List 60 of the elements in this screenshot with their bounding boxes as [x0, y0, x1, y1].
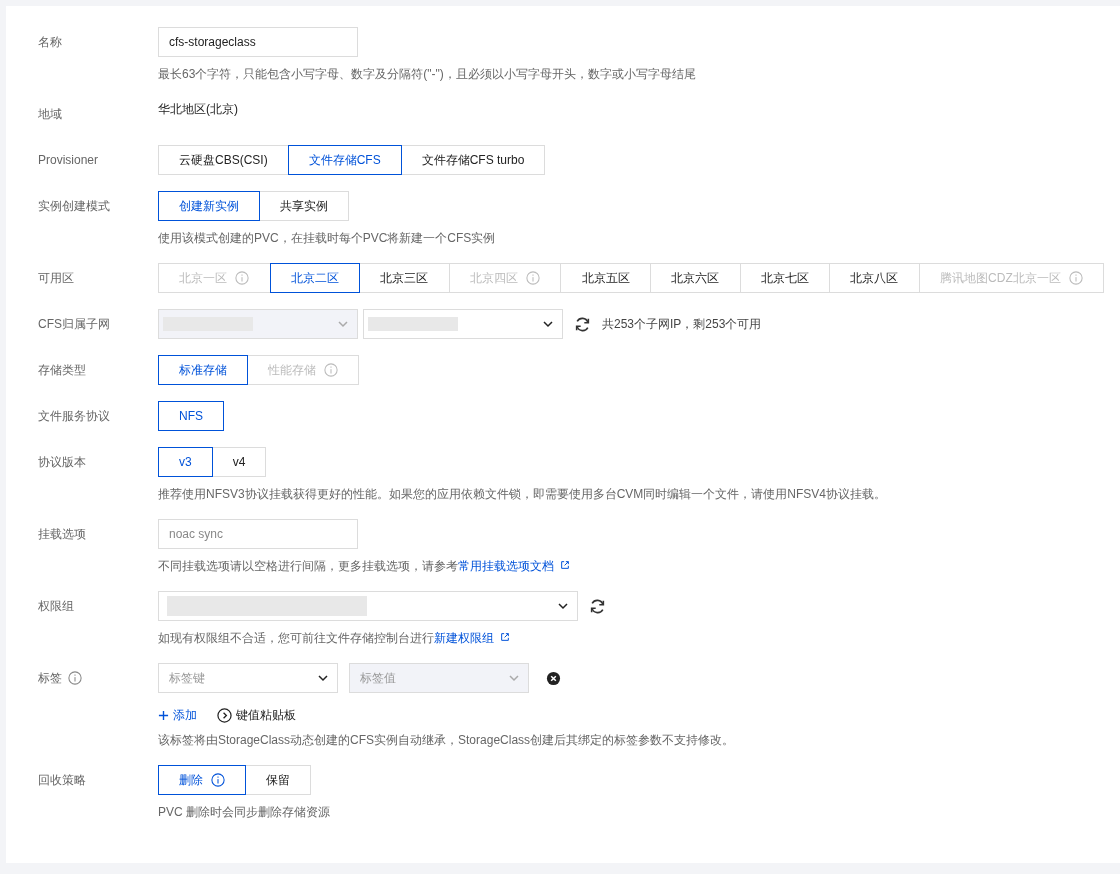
option-button[interactable]: 保留: [245, 765, 311, 795]
option-button[interactable]: 北京七区: [739, 263, 831, 293]
field-label: 标签: [38, 669, 62, 687]
option-button[interactable]: v3: [158, 447, 213, 477]
external-link-icon: [500, 632, 510, 642]
field-label: 挂载选项: [38, 525, 86, 543]
option-button[interactable]: NFS: [158, 401, 224, 431]
mount-options-input[interactable]: noac sync: [158, 519, 358, 549]
option-button[interactable]: 文件存储CFS: [287, 145, 402, 175]
option-button[interactable]: 北京二区: [269, 263, 361, 293]
option-button[interactable]: 云硬盘CBS(CSI): [158, 145, 289, 175]
chevron-down-icon: [557, 600, 569, 612]
doc-link[interactable]: 常用挂载选项文档: [458, 559, 570, 573]
field-label: 名称: [38, 33, 62, 51]
placeholder-text: 标签键: [169, 669, 205, 687]
field-label: 地域: [38, 105, 62, 123]
chevron-down-icon: [542, 318, 554, 330]
plus-icon: [158, 709, 169, 721]
add-link[interactable]: 添加: [158, 707, 197, 723]
external-link-icon: [560, 560, 570, 570]
subnet-ip-count: 共253个子网IP，剩253个可用: [602, 315, 762, 333]
hint-text: PVC 删除时会同步删除存储资源: [158, 804, 330, 821]
hint-text: 该标签将由StorageClass动态创建的CFS实例自动继承，StorageClass创建后其绑定的标签参数不支持修改。: [158, 732, 735, 749]
option-button[interactable]: 文件存储CFS turbo: [400, 145, 546, 175]
field-label: CFS归属子网: [38, 315, 110, 333]
option-button[interactable]: 标准存储: [158, 355, 248, 385]
option-button[interactable]: 北京三区: [359, 263, 450, 293]
field-label: 文件服务协议: [38, 407, 110, 425]
chevron-circle-icon: [217, 707, 232, 723]
hint-text: 推荐使用NFSV3协议挂载获得更好的性能。如果您的应用依赖文件锁，即需要使用多台CVM同时编辑一个文件，请使用NFSV4协议挂载。: [158, 486, 887, 503]
refresh-icon[interactable]: [589, 597, 606, 615]
option-button[interactable]: 北京六区: [649, 263, 741, 293]
option-button[interactable]: 北京八区: [829, 263, 920, 293]
close-icon[interactable]: [546, 670, 561, 686]
field-label: 存储类型: [38, 361, 86, 379]
field-label: 回收策略: [38, 771, 86, 789]
field-label: 可用区: [38, 269, 74, 287]
region-value: 华北地区(北京): [158, 101, 238, 118]
field-label: 权限组: [38, 597, 74, 615]
field-label: 实例创建模式: [38, 197, 110, 215]
field-label: 协议版本: [38, 453, 86, 471]
option-button[interactable]: 共享实例: [259, 191, 349, 221]
chevron-down-icon: [317, 672, 329, 684]
hint-text: 如现有权限组不合适，您可前往文件存储控制台进行新建权限组: [158, 629, 510, 647]
option-button[interactable]: 删除: [158, 765, 246, 795]
chevron-down-icon: [508, 672, 520, 684]
chevron-down-icon: [337, 318, 349, 330]
option-button[interactable]: 创建新实例: [158, 191, 260, 221]
option-button[interactable]: 北京五区: [560, 263, 651, 293]
name-input[interactable]: cfs-storageclass: [158, 27, 358, 57]
hint-text: 不同挂载选项请以空格进行间隔，更多挂载选项，请参考常用挂载选项文档: [158, 557, 570, 575]
paste-board-link[interactable]: 键值粘贴板: [217, 707, 296, 723]
hint-text: 使用该模式创建的PVC，在挂载时每个PVC将新建一个CFS实例: [158, 230, 496, 247]
refresh-icon[interactable]: [574, 315, 591, 333]
field-label: Provisioner: [38, 153, 99, 167]
option-button[interactable]: v4: [211, 447, 267, 477]
placeholder-text: 标签值: [360, 669, 396, 687]
doc-link[interactable]: 新建权限组: [434, 631, 510, 645]
hint-text: 最长63个字符，只能包含小写字母、数字及分隔符("-")，且必须以小写字母开头，数字或小写字母结尾: [158, 66, 696, 83]
info-icon[interactable]: [68, 671, 82, 685]
